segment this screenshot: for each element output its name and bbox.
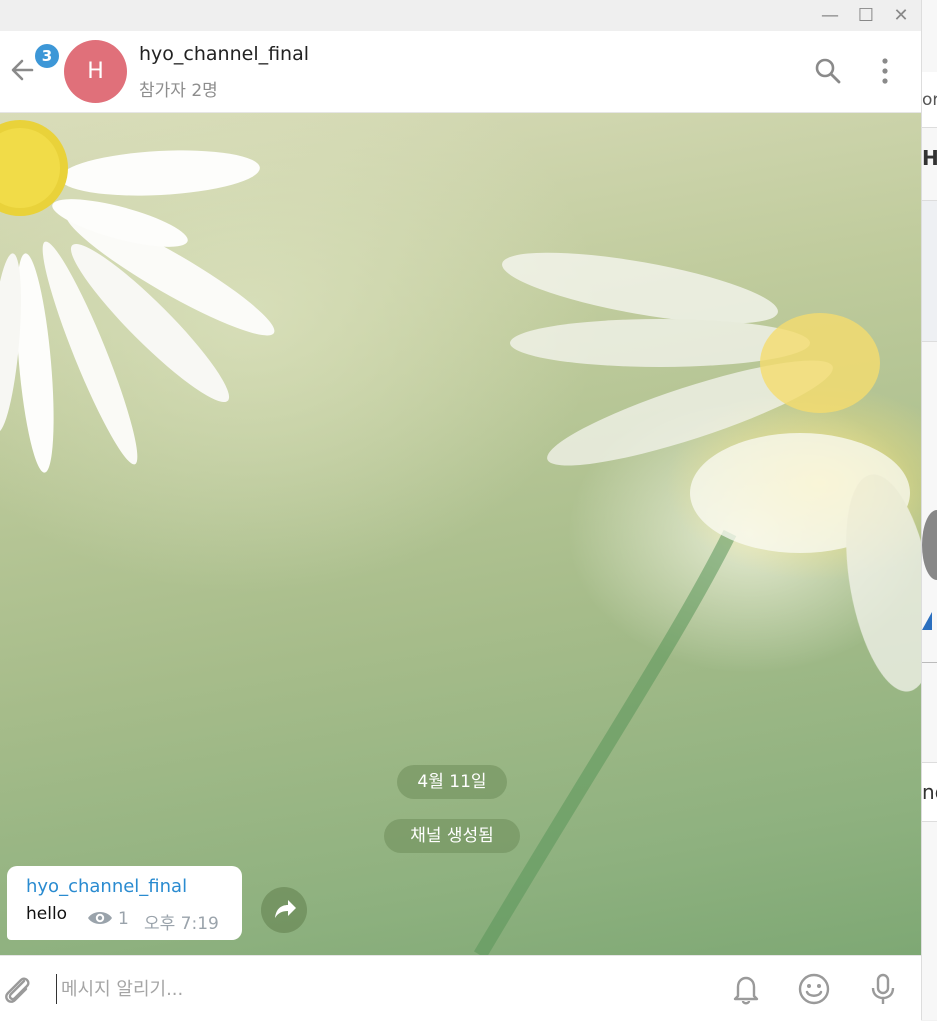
channel-avatar[interactable]: H (64, 40, 127, 103)
message-author[interactable]: hyo_channel_final (26, 876, 187, 897)
message-text: hello (26, 904, 68, 924)
paperclip-icon (5, 977, 30, 1003)
chat-title[interactable]: hyo_channel_final (139, 43, 309, 65)
share-icon (275, 900, 296, 918)
minimize-button[interactable]: — (818, 4, 842, 28)
eye-icon (88, 912, 112, 924)
forward-button[interactable] (261, 887, 307, 933)
service-message: 채널 생성됨 (384, 819, 520, 853)
maximize-button[interactable]: ☐ (854, 4, 878, 28)
window-titlebar: — ☐ ✕ (0, 0, 921, 31)
more-menu-button[interactable] (869, 55, 901, 87)
background-window: or Hi nd (921, 0, 937, 1020)
message-view-count: 1 (118, 909, 129, 929)
message-bubble[interactable]: hyo_channel_final hello 1 오후 7:19 (7, 866, 242, 940)
search-icon (815, 58, 841, 84)
unread-count-badge: 3 (33, 42, 61, 70)
chat-history[interactable]: 4월 11일 채널 생성됨 hyo_channel_final hello 1 … (0, 113, 921, 955)
participant-count: 참가자 2명 (139, 81, 218, 101)
close-button[interactable]: ✕ (889, 4, 913, 28)
emoji-icon (798, 973, 830, 1005)
emoji-button[interactable] (797, 972, 831, 1006)
search-button[interactable] (812, 55, 844, 87)
message-input[interactable] (56, 974, 701, 1004)
date-separator: 4월 11일 (397, 765, 507, 799)
chat-header: 3 H hyo_channel_final 참가자 2명 (0, 31, 921, 113)
more-vertical-icon (882, 58, 888, 84)
attach-button[interactable] (0, 972, 34, 1006)
bell-icon (733, 976, 759, 1005)
background-window-text: Hi (922, 146, 937, 170)
message-composer (0, 955, 921, 1021)
silent-broadcast-button[interactable] (729, 972, 763, 1006)
background-window-text: or (922, 90, 937, 110)
microphone-icon (871, 973, 895, 1004)
voice-record-button[interactable] (866, 972, 900, 1006)
message-time: 오후 7:19 (144, 914, 219, 934)
background-window-text: nd (922, 780, 937, 804)
